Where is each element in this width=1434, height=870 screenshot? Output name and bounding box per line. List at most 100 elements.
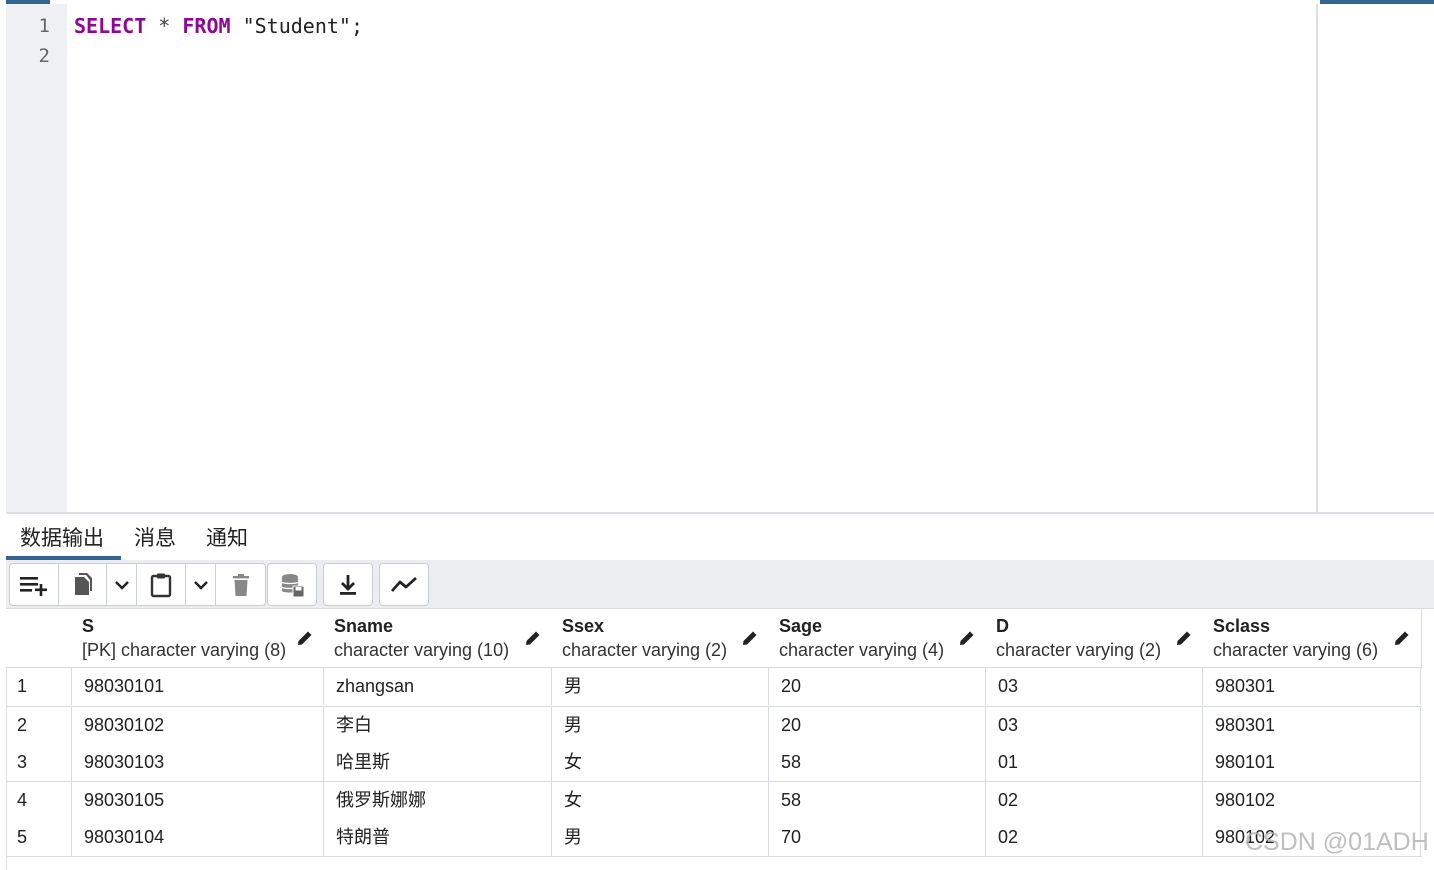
sql-keyword: FROM (182, 14, 231, 38)
column-header-sname[interactable]: Sname character varying (10) (324, 609, 553, 668)
cell-sname[interactable]: zhangsan (324, 668, 552, 705)
column-name: Sage (779, 616, 823, 636)
graph-icon (390, 576, 417, 592)
graph-visualiser-button[interactable] (380, 564, 428, 605)
row-number: 5 (6, 819, 72, 856)
edit-pencil-icon[interactable] (958, 629, 976, 647)
column-name: D (996, 616, 1009, 636)
cell-d[interactable]: 02 (986, 819, 1203, 856)
cell-sage[interactable]: 20 (769, 668, 986, 705)
column-type: [PK] character varying (8) (82, 640, 287, 660)
edit-pencil-icon[interactable] (524, 629, 542, 647)
column-type: character varying (4) (779, 640, 945, 660)
table-row[interactable]: 5 98030104 特朗普 男 70 02 980102 (6, 819, 1422, 856)
add-row-icon (20, 576, 47, 596)
column-header-sage[interactable]: Sage character varying (4) (769, 609, 987, 668)
edit-button-group (9, 563, 266, 606)
paste-options-dropdown[interactable] (186, 564, 216, 605)
cell-s[interactable]: 98030102 (72, 707, 324, 744)
query-editor[interactable]: 1 2 SELECT * FROM "Student"; (6, 4, 1318, 512)
row-number: 2 (6, 707, 72, 744)
chevron-down-icon (114, 580, 129, 590)
column-header-d[interactable]: D character varying (2) (986, 609, 1204, 668)
column-name: S (82, 616, 95, 636)
copy-button[interactable] (59, 564, 107, 605)
sql-keyword: SELECT (74, 14, 147, 38)
cell-sname[interactable]: 俄罗斯娜娜 (324, 782, 552, 819)
copy-options-dropdown[interactable] (107, 564, 137, 605)
cell-sage[interactable]: 20 (769, 707, 986, 744)
cell-sage[interactable]: 58 (769, 744, 986, 781)
cell-d[interactable]: 01 (986, 744, 1203, 781)
cell-ssex[interactable]: 男 (552, 668, 769, 705)
column-type: character varying (10) (334, 640, 510, 660)
tab-data-output[interactable]: 数据输出 (20, 522, 104, 552)
cell-sname[interactable]: 哈里斯 (324, 744, 552, 781)
line-number: 2 (38, 45, 50, 67)
table-row[interactable]: 3 98030103 哈里斯 女 58 01 980101 (6, 744, 1422, 781)
output-tabs: 数据输出 消息 通知 (6, 512, 1434, 562)
cell-ssex[interactable]: 男 (552, 707, 769, 744)
tab-notifications[interactable]: 通知 (206, 522, 248, 552)
download-icon (340, 574, 356, 595)
sql-operator: * (146, 14, 183, 38)
copy-icon (74, 572, 92, 595)
cell-d[interactable]: 02 (986, 782, 1203, 819)
paste-button[interactable] (137, 564, 186, 605)
row-number: 1 (6, 668, 72, 705)
delete-icon (232, 573, 249, 596)
save-data-icon (281, 573, 305, 597)
results-toolbar (6, 560, 1434, 609)
edit-pencil-icon[interactable] (1175, 629, 1193, 647)
column-header-s[interactable]: S [PK] character varying (8) (72, 609, 325, 668)
add-row-button[interactable] (10, 564, 59, 605)
tab-messages[interactable]: 消息 (134, 522, 176, 552)
column-type: character varying (2) (562, 640, 728, 660)
cell-ssex[interactable]: 女 (552, 744, 769, 781)
cell-sname[interactable]: 特朗普 (324, 819, 552, 856)
edit-pencil-icon[interactable] (296, 629, 314, 647)
sql-identifier: "Student"; (230, 14, 363, 38)
line-number: 1 (38, 15, 50, 37)
download-button-group (323, 563, 373, 606)
row-number: 4 (6, 782, 72, 819)
cell-s[interactable]: 98030101 (72, 668, 324, 705)
cell-sclass[interactable]: 980301 (1203, 668, 1421, 705)
editor-right-panel (1320, 4, 1434, 512)
edit-pencil-icon[interactable] (1393, 629, 1411, 647)
watermark: CSDN @01ADH (1245, 828, 1429, 856)
code-line-1[interactable]: SELECT * FROM "Student"; (74, 14, 363, 38)
cell-ssex[interactable]: 男 (552, 819, 769, 856)
cell-s[interactable]: 98030105 (72, 782, 324, 819)
row-number: 3 (6, 744, 72, 781)
column-name: Sname (334, 616, 394, 636)
column-type: character varying (2) (996, 640, 1162, 660)
table-row[interactable]: 4 98030105 俄罗斯娜娜 女 58 02 980102 (6, 782, 1422, 819)
table-row[interactable]: 1 98030101 zhangsan 男 20 03 980301 (6, 668, 1422, 705)
column-name: Ssex (562, 616, 605, 636)
column-header-sclass[interactable]: Sclass character varying (6) (1203, 609, 1422, 668)
column-type: character varying (6) (1213, 640, 1379, 660)
cell-sage[interactable]: 58 (769, 782, 986, 819)
cell-s[interactable]: 98030104 (72, 819, 324, 856)
table-row[interactable]: 2 98030102 李白 男 20 03 980301 (6, 707, 1422, 744)
cell-sname[interactable]: 李白 (324, 707, 552, 744)
chevron-down-icon (193, 580, 208, 590)
graph-button-group (379, 563, 429, 606)
column-header-ssex[interactable]: Ssex character varying (2) (552, 609, 770, 668)
cell-s[interactable]: 98030103 (72, 744, 324, 781)
cell-sclass[interactable]: 980101 (1203, 744, 1421, 781)
edit-pencil-icon[interactable] (741, 629, 759, 647)
cell-d[interactable]: 03 (986, 668, 1203, 705)
delete-button[interactable] (216, 564, 265, 605)
line-number-gutter: 1 2 (6, 4, 67, 512)
cell-sage[interactable]: 70 (769, 819, 986, 856)
column-name: Sclass (1213, 616, 1271, 636)
save-data-button[interactable] (268, 564, 316, 605)
save-button-group (267, 563, 317, 606)
download-button[interactable] (324, 564, 372, 605)
cell-ssex[interactable]: 女 (552, 782, 769, 819)
cell-sclass[interactable]: 980102 (1203, 782, 1421, 819)
cell-d[interactable]: 03 (986, 707, 1203, 744)
cell-sclass[interactable]: 980301 (1203, 707, 1421, 744)
